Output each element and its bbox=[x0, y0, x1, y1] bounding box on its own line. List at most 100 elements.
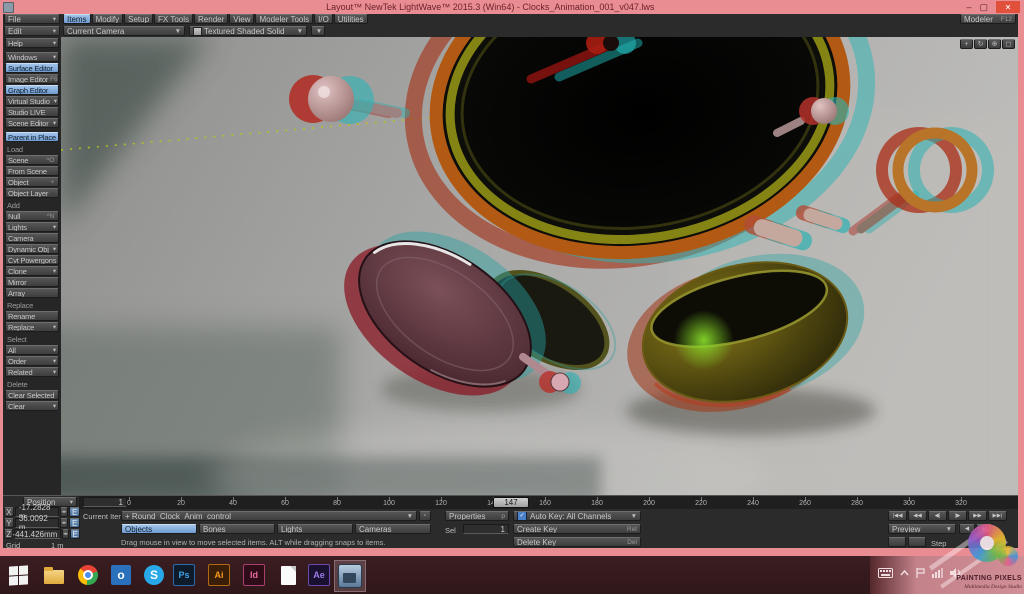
taskbar-chrome[interactable] bbox=[76, 563, 100, 587]
taskbar-after-effects[interactable]: Ae bbox=[307, 563, 331, 587]
create-key-button[interactable]: Create Key Ret bbox=[513, 524, 641, 534]
preview-next-button[interactable]: ▶ bbox=[976, 524, 992, 534]
taskbar-document-app[interactable] bbox=[276, 563, 300, 587]
minimize-button[interactable]: – bbox=[966, 1, 971, 13]
sidebar-item[interactable]: All ▾ bbox=[5, 345, 59, 355]
taskbar-outlook[interactable]: o bbox=[109, 563, 133, 587]
chevron-up-icon[interactable] bbox=[900, 569, 909, 578]
transport-button[interactable]: |▶ bbox=[948, 511, 967, 521]
viewport-control-icon[interactable]: ⊕ bbox=[988, 39, 1001, 49]
envelope-button[interactable]: E bbox=[70, 529, 80, 539]
viewport-3d[interactable]: + ↻ ⊕ ◻ bbox=[61, 37, 1018, 495]
volume-icon[interactable] bbox=[950, 568, 961, 578]
sidebar-item[interactable]: Camera bbox=[5, 233, 59, 243]
close-button[interactable]: ✕ bbox=[996, 1, 1020, 13]
sidebar-item[interactable]: Surface Editor bbox=[5, 63, 59, 73]
sidebar-item[interactable]: Dynamic Obj ▾ bbox=[5, 244, 59, 254]
sidebar-item[interactable]: Order ▾ bbox=[5, 356, 59, 366]
sidebar-item[interactable]: Scene Editor ▾ bbox=[5, 118, 59, 128]
menu-tab[interactable]: FX Tools bbox=[154, 14, 193, 24]
transport-button[interactable]: ▶▶| bbox=[988, 511, 1007, 521]
sidebar-item[interactable]: Add bbox=[5, 201, 59, 210]
axis-button[interactable]: Y bbox=[4, 518, 14, 528]
axis-button[interactable]: X bbox=[4, 507, 14, 517]
auto-key-toggle[interactable]: ✓ Auto Key: All Channels ▼ bbox=[513, 511, 641, 521]
sidebar-item[interactable]: Load bbox=[5, 145, 59, 154]
taskbar-photoshop[interactable]: Ps bbox=[172, 563, 196, 587]
properties-button[interactable]: Properties p bbox=[445, 511, 509, 521]
sidebar-item[interactable]: From Scene bbox=[5, 166, 59, 176]
sidebar-item[interactable]: Delete bbox=[5, 380, 59, 389]
transport-button[interactable]: ▶▶ bbox=[968, 511, 987, 521]
sidebar-item[interactable]: Lights ▾ bbox=[5, 222, 59, 232]
frame-slider-handle[interactable]: 147 bbox=[493, 497, 529, 508]
item-type-button[interactable]: Cameras bbox=[355, 524, 431, 534]
viewport-control-icon[interactable]: ↻ bbox=[974, 39, 987, 49]
menu-tab[interactable]: Modify bbox=[92, 14, 124, 24]
item-type-button[interactable]: Lights bbox=[277, 524, 353, 534]
sidebar-item[interactable]: Related ▾ bbox=[5, 367, 59, 377]
taskbar-illustrator[interactable]: Ai bbox=[207, 563, 231, 587]
sidebar-item[interactable]: Scene ^O bbox=[5, 155, 59, 165]
modeler-button[interactable]: Modeler F12 bbox=[960, 14, 1016, 24]
menu-tab[interactable]: Render bbox=[194, 14, 228, 24]
nudge-icon[interactable] bbox=[60, 507, 68, 517]
viewport-control-icon[interactable]: + bbox=[960, 39, 973, 49]
sidebar-item[interactable]: Cvt Powergons bbox=[5, 255, 59, 265]
preview-prev-button[interactable]: ◀ bbox=[959, 524, 975, 534]
axis-value-field[interactable]: -441.426mm bbox=[14, 529, 61, 539]
item-options-icon[interactable] bbox=[419, 511, 431, 521]
delete-key-button[interactable]: Delete Key Del bbox=[513, 537, 641, 547]
menu-tab[interactable]: Setup bbox=[124, 14, 153, 24]
sidebar-item[interactable]: Select bbox=[5, 335, 59, 344]
envelope-button[interactable]: E bbox=[69, 518, 80, 528]
file-menu[interactable]: File ▾ bbox=[4, 14, 60, 24]
sidebar-item[interactable]: Windows ▾ bbox=[5, 52, 59, 62]
preview-selector[interactable]: Preview ▼ bbox=[888, 524, 956, 534]
menu-tab[interactable]: Modeler Tools bbox=[255, 14, 313, 24]
first-frame-field[interactable]: 1 bbox=[83, 497, 127, 507]
taskbar-indesign[interactable]: Id bbox=[242, 563, 266, 587]
sidebar-item[interactable]: Replace bbox=[5, 301, 59, 310]
sidebar-item[interactable]: Clear ▾ bbox=[5, 401, 59, 411]
nudge-icon[interactable] bbox=[62, 529, 69, 539]
sidebar-item[interactable]: Clone ▾ bbox=[5, 266, 59, 276]
sidebar-item[interactable]: Help ▾ bbox=[5, 38, 59, 48]
sidebar-item[interactable]: Studio LIVE bbox=[5, 107, 59, 117]
menu-tab[interactable]: View bbox=[229, 14, 254, 24]
viewport-control-icon[interactable]: ◻ bbox=[1002, 39, 1015, 49]
sidebar-item[interactable]: Null ^N bbox=[5, 211, 59, 221]
transport-button[interactable]: ◀| bbox=[928, 511, 947, 521]
sidebar-item[interactable]: Image Editor F6 bbox=[5, 74, 59, 84]
sidebar-item[interactable]: Virtual Studio ▾ bbox=[5, 96, 59, 106]
flag-icon[interactable] bbox=[916, 568, 925, 578]
item-type-button[interactable]: Bones bbox=[199, 524, 275, 534]
sidebar-item[interactable]: Object + bbox=[5, 177, 59, 187]
network-icon[interactable] bbox=[932, 568, 943, 578]
axis-value-field[interactable]: 36.0092 m bbox=[15, 518, 59, 528]
nudge-icon[interactable] bbox=[60, 518, 68, 528]
maximize-button[interactable]: ▢ bbox=[979, 1, 988, 13]
step-field-2[interactable] bbox=[908, 537, 926, 547]
taskbar-lightwave-active[interactable] bbox=[334, 560, 366, 592]
sidebar-item[interactable]: Object Layer bbox=[5, 188, 59, 198]
sidebar-item[interactable]: Array bbox=[5, 288, 59, 298]
transport-button[interactable]: |◀◀ bbox=[888, 511, 907, 521]
start-button[interactable] bbox=[6, 563, 30, 587]
menu-tab[interactable]: Utilities bbox=[334, 14, 368, 24]
sidebar-item[interactable]: Rename bbox=[5, 311, 59, 321]
sidebar-item[interactable]: Mirror bbox=[5, 277, 59, 287]
taskbar-file-explorer[interactable] bbox=[42, 563, 66, 587]
sidebar-item[interactable]: Parent in Place bbox=[5, 132, 59, 142]
viewport-options-button[interactable]: ▼ bbox=[311, 26, 325, 36]
shading-mode-selector[interactable]: Textured Shaded Solid ▼ bbox=[189, 26, 307, 36]
step-field-1[interactable] bbox=[888, 537, 906, 547]
edit-menu[interactable]: Edit ▾ bbox=[4, 26, 60, 36]
menu-tab[interactable]: Items bbox=[63, 14, 91, 24]
sidebar-item[interactable]: Graph Editor bbox=[5, 85, 59, 95]
sidebar-item[interactable]: Replace ▾ bbox=[5, 322, 59, 332]
current-item-selector[interactable]: + Round_Clock_Anim_control ▼ bbox=[121, 511, 417, 521]
transport-button[interactable]: ◀◀ bbox=[908, 511, 927, 521]
timeline-ruler[interactable]: 1 0 20 40 60 80 100 1 bbox=[79, 496, 1018, 509]
item-type-button[interactable]: Objects bbox=[121, 524, 197, 534]
